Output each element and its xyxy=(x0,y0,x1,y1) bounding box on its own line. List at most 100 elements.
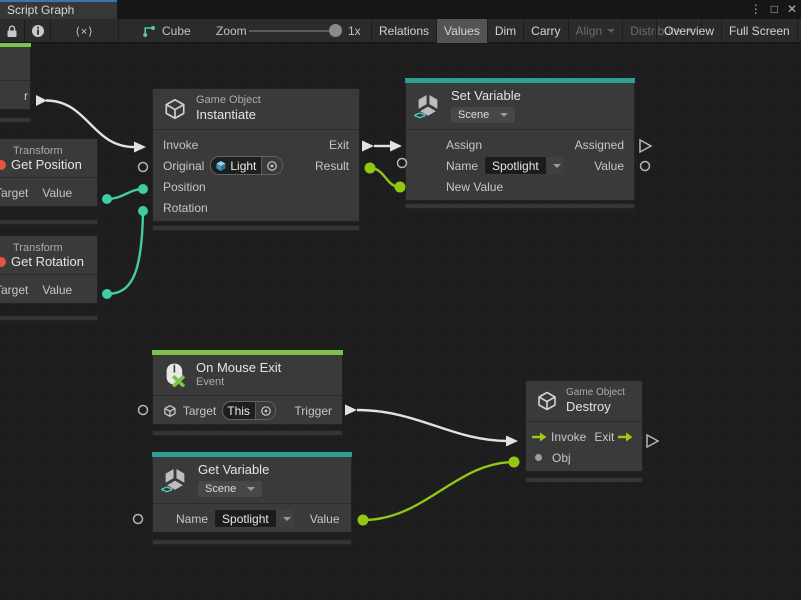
close-icon[interactable]: ✕ xyxy=(787,0,797,19)
lock-button[interactable] xyxy=(0,19,25,43)
control-port-arrow[interactable] xyxy=(506,436,518,447)
value-port-dot[interactable] xyxy=(138,206,148,216)
object-picker-icon[interactable] xyxy=(261,157,282,174)
port-label-value: Value xyxy=(42,186,72,200)
code-view-button[interactable]: ⟨×⟩ xyxy=(51,19,119,43)
port-label-value: Value xyxy=(42,283,72,297)
variable-scope-dropdown[interactable]: Scene xyxy=(198,481,262,497)
port-label-assigned: Assigned xyxy=(575,138,624,152)
variable-name-dropdown[interactable]: Spotlight xyxy=(214,509,294,528)
gameobject-icon xyxy=(215,160,227,172)
mouse-event-icon xyxy=(163,363,187,387)
value-port-dot xyxy=(535,454,542,461)
control-port-arrow[interactable] xyxy=(345,405,357,416)
node-footer xyxy=(0,219,98,225)
zoom-value: 1x xyxy=(348,24,361,38)
node-get-rotation[interactable]: Transform Get Rotation Target Value xyxy=(0,235,98,304)
port-label-target: Target xyxy=(0,186,28,200)
value-port-original[interactable] xyxy=(139,163,148,172)
node-title: Instantiate xyxy=(196,107,261,123)
green-arrow-icon xyxy=(532,432,547,442)
port-label-value: Value xyxy=(310,512,340,526)
control-port-arrow[interactable] xyxy=(36,95,47,106)
node-get-position[interactable]: Transform Get Position Target Value xyxy=(0,138,98,207)
node-category: Event xyxy=(196,376,281,389)
node-destroy[interactable]: Game Object Destroy Invoke Exit xyxy=(525,380,643,472)
chevron-down-icon xyxy=(283,517,291,521)
port-label-result: Result xyxy=(315,159,349,173)
fullscreen-button[interactable]: Full Screen xyxy=(721,19,798,43)
value-port-dot[interactable] xyxy=(102,194,112,204)
cube-icon xyxy=(536,390,558,412)
node-on-mouse-exit[interactable]: On Mouse Exit Event Target This xyxy=(152,350,343,425)
control-port-arrow[interactable] xyxy=(390,141,402,152)
node-get-variable[interactable]: <> Get Variable Scene Name Spotlight Va xyxy=(152,452,352,533)
original-object-field[interactable]: Light xyxy=(210,156,283,175)
port-label-new-value: New Value xyxy=(446,180,503,194)
chevron-down-icon xyxy=(607,29,615,33)
kebab-menu-icon[interactable]: ⋮ xyxy=(750,0,762,19)
node-title: Get Rotation xyxy=(11,254,84,269)
object-field-value: This xyxy=(227,404,250,418)
tab-script-graph[interactable]: Script Graph xyxy=(0,0,117,19)
dim-button[interactable]: Dim xyxy=(487,19,523,43)
value-port-dot[interactable] xyxy=(395,182,406,193)
variable-name-dropdown[interactable]: Spotlight xyxy=(484,156,564,175)
value-port-dot[interactable] xyxy=(102,289,112,299)
control-port-arrow[interactable] xyxy=(134,142,146,153)
target-object-field[interactable]: This xyxy=(222,401,276,420)
relations-button[interactable]: Relations xyxy=(371,19,436,43)
node-footer xyxy=(0,315,98,321)
variable-scope-dropdown[interactable]: Scene xyxy=(451,107,515,123)
node-title: Get Variable xyxy=(198,462,269,478)
value-port-name[interactable] xyxy=(134,515,143,524)
overview-button[interactable]: Overview xyxy=(656,19,721,43)
node-set-variable[interactable]: <> Set Variable Scene Assign Assigned Na… xyxy=(405,78,635,201)
port-label-rotation: Rotation xyxy=(163,201,208,215)
chevron-down-icon xyxy=(500,113,508,117)
node-partial-event[interactable]: r xyxy=(0,43,31,110)
wire-value-position xyxy=(107,189,143,199)
port-label-exit: Exit xyxy=(329,138,349,152)
port-label-exit: Exit xyxy=(594,430,614,444)
value-port-dot[interactable] xyxy=(138,184,148,194)
object-picker-icon[interactable] xyxy=(255,402,276,419)
port-label-name: Name xyxy=(176,512,208,526)
wires-overlay xyxy=(0,43,801,600)
graph-name: Cube xyxy=(162,24,191,38)
code-brackets-icon: ⟨×⟩ xyxy=(75,25,93,38)
wire-value-rotation xyxy=(107,211,143,294)
node-footer xyxy=(405,203,635,209)
node-footer xyxy=(152,430,343,436)
value-port-dot[interactable] xyxy=(365,163,376,174)
zoom-label: Zoom xyxy=(216,24,247,38)
port-label-name: Name xyxy=(446,159,478,173)
zoom-slider-handle[interactable] xyxy=(329,24,342,37)
wire-value xyxy=(363,462,514,520)
unity-variable-icon: <> xyxy=(163,467,189,493)
port-label-original: Original xyxy=(163,159,204,173)
control-port-arrow[interactable] xyxy=(362,141,374,152)
port-label-assign: Assign xyxy=(446,138,482,152)
carry-button[interactable]: Carry xyxy=(523,19,567,43)
value-port-target[interactable] xyxy=(139,406,148,415)
node-title: Set Variable xyxy=(451,88,521,104)
values-button[interactable]: Values xyxy=(436,19,487,43)
node-instantiate[interactable]: Game Object Instantiate Invoke Exit Orig… xyxy=(152,88,360,222)
wire-value-result xyxy=(370,168,400,187)
node-footer xyxy=(152,225,360,231)
maximize-icon[interactable]: □ xyxy=(771,0,778,19)
graph-canvas[interactable]: r Transform Get Position Target Value xyxy=(0,43,801,600)
tab-title: Script Graph xyxy=(7,3,74,17)
control-port-exit[interactable] xyxy=(647,435,658,447)
info-button[interactable] xyxy=(25,19,51,43)
info-icon xyxy=(31,24,45,38)
value-port-value[interactable] xyxy=(641,162,650,171)
zoom-slider-track[interactable] xyxy=(249,30,341,32)
control-port-assigned[interactable] xyxy=(640,140,651,152)
value-port-dot[interactable] xyxy=(509,457,520,468)
value-port-dot[interactable] xyxy=(358,515,369,526)
align-dropdown[interactable]: Align xyxy=(568,19,623,43)
graph-breadcrumb[interactable]: Cube xyxy=(142,19,191,43)
graph-breadcrumb-icon xyxy=(142,24,156,38)
